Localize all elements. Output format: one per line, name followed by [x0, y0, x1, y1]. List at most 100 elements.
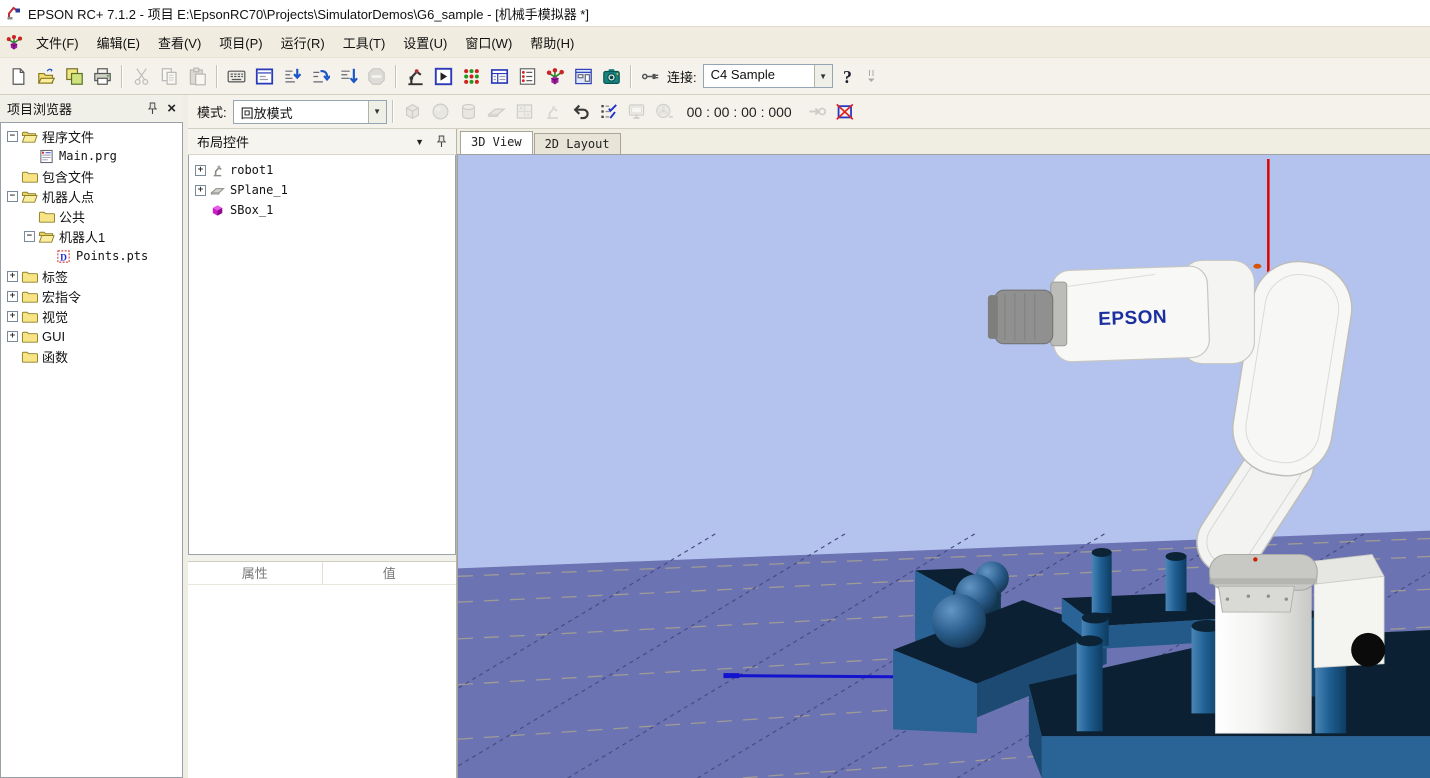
tree-item-label: robot1 [230, 163, 273, 177]
tree-item-label: SBox_1 [230, 203, 273, 217]
menu-view[interactable]: 查看(V) [149, 29, 210, 56]
step-over-icon [311, 67, 330, 86]
mode-select[interactable]: 回放模式▼ [233, 100, 387, 124]
menu-window[interactable]: 窗口(W) [456, 29, 521, 56]
tree-item[interactable]: Main.prg [1, 146, 182, 166]
tree-item[interactable]: 公共 [1, 206, 182, 226]
pin-icon[interactable] [147, 102, 158, 115]
camera-button[interactable] [598, 63, 625, 90]
menu-run[interactable]: 运行(R) [272, 29, 334, 56]
monitor-button [623, 98, 650, 125]
chevron-down-icon[interactable]: ▼ [368, 101, 386, 123]
view-tabs: 3D View2D Layout [457, 129, 1430, 154]
tab-2d-layout[interactable]: 2D Layout [534, 133, 621, 154]
tree-item[interactable]: + 视觉 [1, 306, 182, 326]
robot-base-ring [1209, 554, 1317, 590]
expand-icon[interactable]: + [7, 311, 18, 322]
expand-icon[interactable]: + [195, 185, 206, 196]
task-manager-button[interactable] [486, 63, 513, 90]
layout-objects-panel: 布局控件 ▼ +robot1+SPlane_1SBox_1 属性 值 [188, 129, 457, 778]
tree-item[interactable]: + GUI [1, 326, 182, 346]
expand-icon[interactable]: + [7, 291, 18, 302]
step-over-button[interactable] [307, 63, 334, 90]
value-column-header[interactable]: 值 [323, 562, 457, 585]
no-display-icon [835, 102, 854, 121]
folder-icon [21, 329, 38, 344]
collapse-icon[interactable]: − [7, 191, 18, 202]
expand-icon[interactable]: + [7, 331, 18, 342]
pin-icon[interactable] [436, 135, 447, 148]
chevron-down-icon[interactable]: ▼ [814, 65, 832, 87]
shape-cube-icon [403, 102, 422, 121]
tree-item-label: 机器人1 [59, 227, 105, 246]
io-monitor-button[interactable] [458, 63, 485, 90]
step-out-button[interactable] [335, 63, 362, 90]
menu-setup[interactable]: 设置(U) [394, 29, 456, 56]
collapse-icon[interactable]: − [7, 131, 18, 142]
tree-item[interactable]: DPoints.pts [1, 246, 182, 266]
menu-tools[interactable]: 工具(T) [334, 29, 395, 56]
close-icon[interactable]: × [167, 101, 176, 116]
property-column-header[interactable]: 属性 [188, 562, 323, 585]
command-window-icon [255, 67, 274, 86]
tree-item[interactable]: + robot1 [189, 160, 455, 180]
paste-icon [188, 67, 207, 86]
expand-icon[interactable]: + [7, 271, 18, 282]
menu-edit[interactable]: 编辑(E) [88, 29, 149, 56]
help-button[interactable]: ? [834, 63, 861, 90]
tree-item-label: 机器人点 [42, 187, 94, 206]
tree-item[interactable]: 包含文件 [1, 166, 182, 186]
simulator-window-icon[interactable] [6, 34, 23, 51]
tree-item[interactable]: +标签 [1, 266, 182, 286]
reset-zero-button [803, 98, 830, 125]
tree-item[interactable]: −程序文件 [1, 126, 182, 146]
step-into-button[interactable] [279, 63, 306, 90]
end-effector [988, 290, 1053, 344]
expand-icon[interactable]: + [195, 165, 206, 176]
tree-item[interactable]: − 机器人点 [1, 186, 182, 206]
toolbar-overflow[interactable] [864, 63, 880, 89]
robot-forearm: EPSON [1051, 266, 1210, 363]
io-keyboard-button[interactable] [223, 63, 250, 90]
checklist-button[interactable] [595, 98, 622, 125]
sphere-part [932, 594, 986, 648]
print-button[interactable] [89, 63, 116, 90]
simulator-button[interactable] [542, 63, 569, 90]
command-window-button[interactable] [251, 63, 278, 90]
shape-plane-button [483, 98, 510, 125]
io-labels-button[interactable] [514, 63, 541, 90]
collapse-icon[interactable]: − [24, 231, 35, 242]
gui-builder-button[interactable] [570, 63, 597, 90]
tree-item-label: GUI [42, 329, 65, 344]
io-keyboard-icon [227, 67, 246, 86]
svg-text:D: D [60, 253, 67, 263]
menu-help[interactable]: 帮助(H) [521, 29, 583, 56]
new-file-button[interactable] [5, 63, 32, 90]
open-project-button[interactable] [33, 63, 60, 90]
tree-item[interactable]: +宏指令 [1, 286, 182, 306]
undo-button[interactable] [567, 98, 594, 125]
3d-scene-canvas: EPSON [458, 155, 1430, 778]
3d-scene[interactable]: EPSON [457, 154, 1430, 778]
robot-manager-button[interactable] [402, 63, 429, 90]
tree-item-label: 视觉 [42, 307, 68, 326]
app-icon [6, 5, 22, 21]
menu-file[interactable]: 文件(F) [27, 29, 88, 56]
simulator-viewport: 3D View2D Layout [457, 129, 1430, 778]
copy-button [156, 63, 183, 90]
chevron-down-icon[interactable]: ▼ [415, 137, 424, 147]
tree-item[interactable]: SBox_1 [189, 200, 455, 220]
connect-button[interactable] [637, 63, 664, 90]
menu-project[interactable]: 项目(P) [210, 29, 271, 56]
tree-item[interactable]: +SPlane_1 [189, 180, 455, 200]
run-window-button[interactable] [430, 63, 457, 90]
no-display-button[interactable] [831, 98, 858, 125]
part-button [539, 98, 566, 125]
tree-item[interactable]: − 机器人1 [1, 226, 182, 246]
robot-manager-icon [406, 67, 425, 86]
tree-item[interactable]: 函数 [1, 346, 182, 366]
project-windows-button[interactable] [61, 63, 88, 90]
connection-select[interactable]: C4 Sample▼ [703, 64, 833, 88]
tab-3d-view[interactable]: 3D View [460, 131, 533, 154]
texture-button [511, 98, 538, 125]
